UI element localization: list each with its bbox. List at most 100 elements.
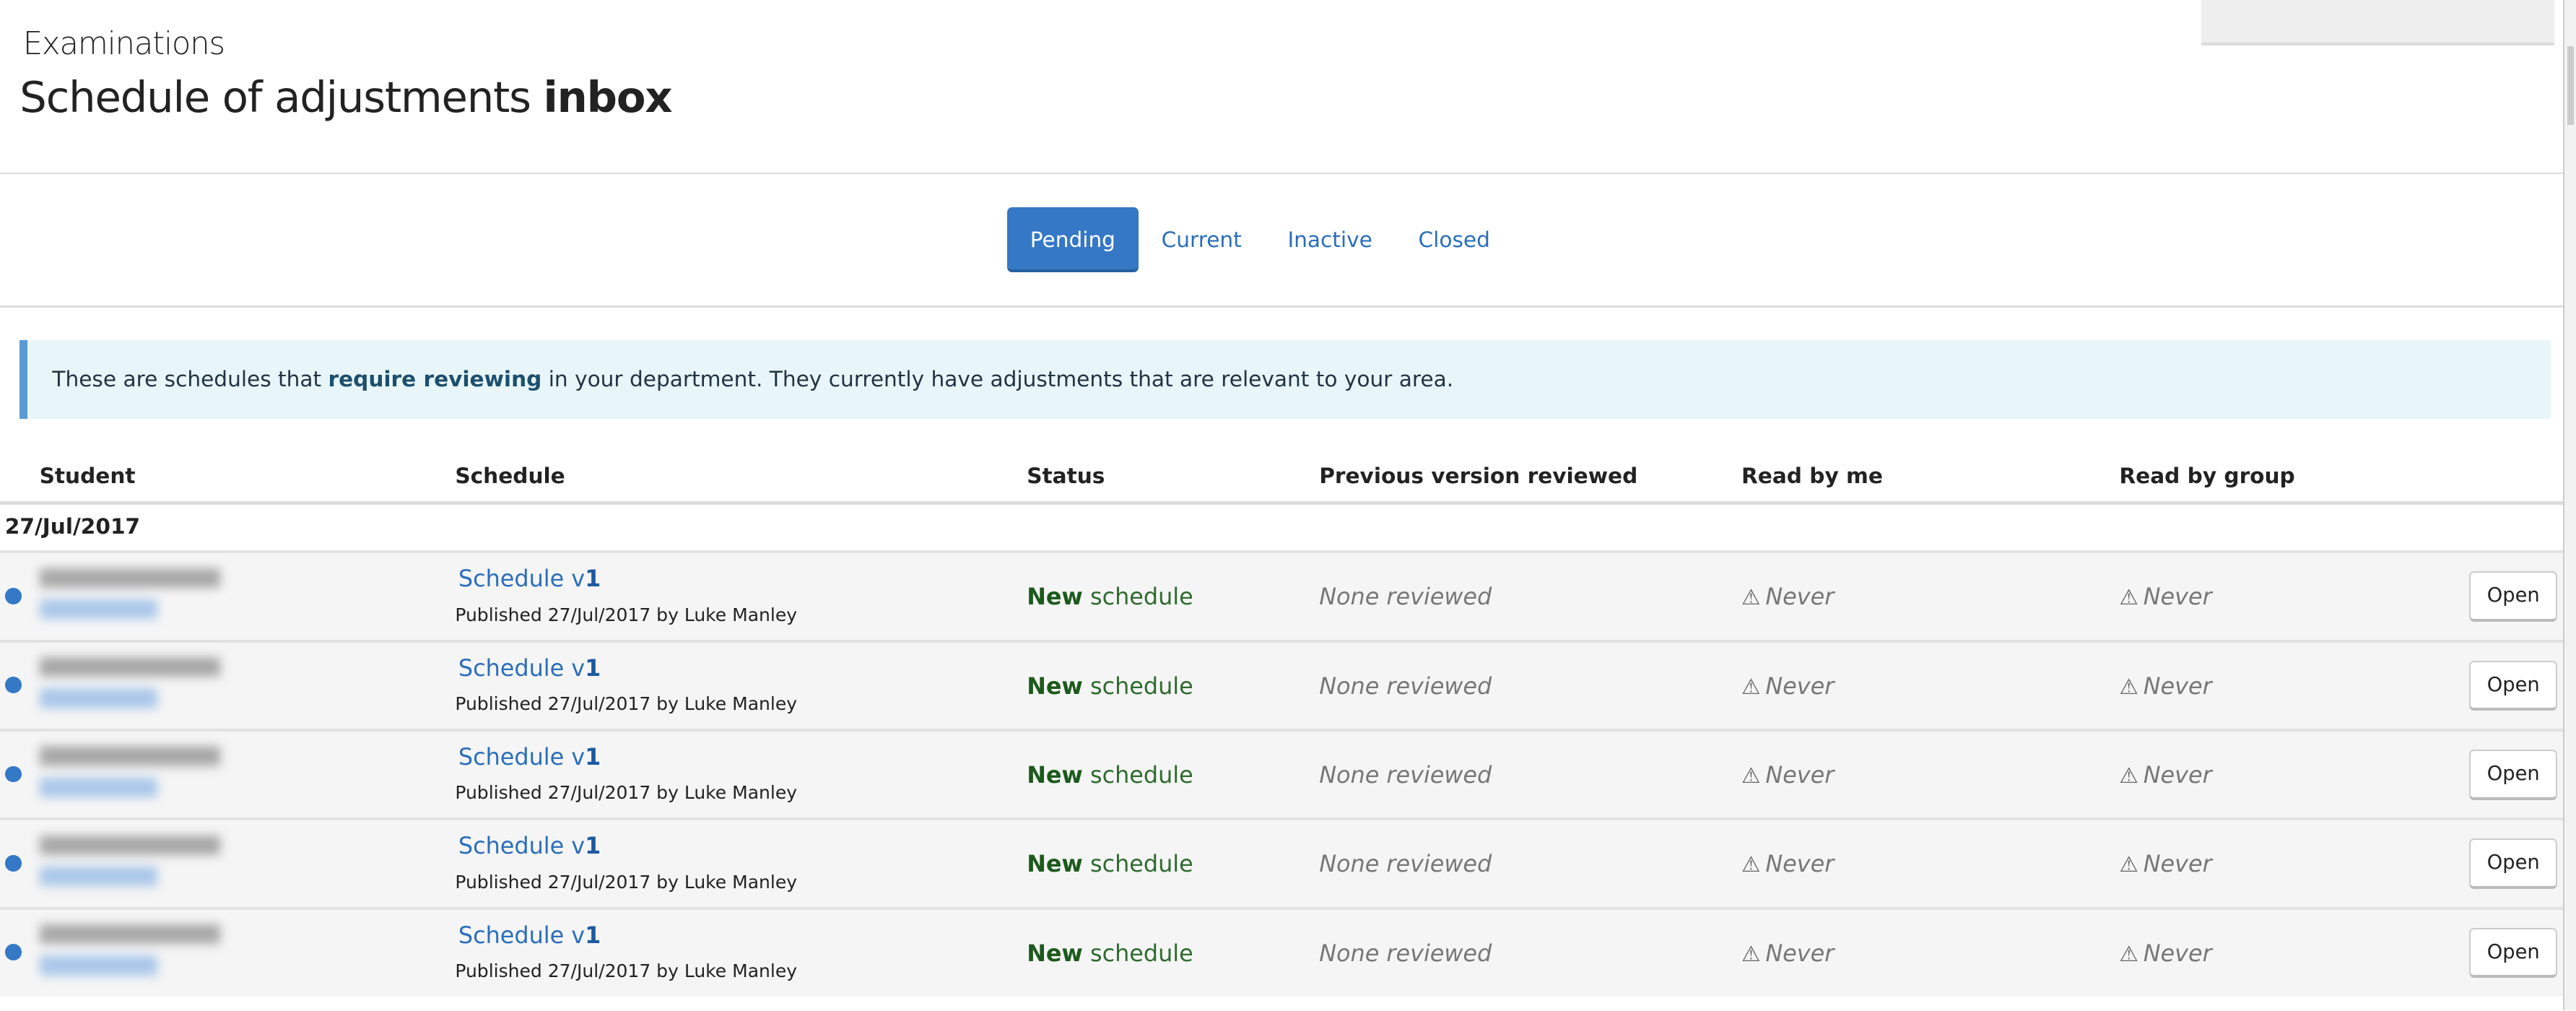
open-button[interactable]: Open: [2469, 571, 2558, 622]
scrollbar[interactable]: [2562, 0, 2576, 1011]
warning-icon: ⚠: [1741, 852, 1761, 877]
alert-text: in your department. They currently have …: [541, 367, 1454, 392]
schedule-version[interactable]: 1: [585, 565, 601, 592]
status: New schedule: [1027, 940, 1193, 967]
status-text: schedule: [1082, 760, 1193, 789]
page-title-text: Schedule of adjustments: [19, 72, 531, 123]
schedule-version[interactable]: 1: [585, 921, 601, 949]
schedule-link[interactable]: Schedule v1: [458, 832, 601, 859]
warning-icon: ⚠: [2119, 941, 2138, 966]
read-by-me-value: Never: [1765, 672, 1835, 700]
warning-icon: ⚠: [1741, 674, 1761, 699]
top-toolbar: [2201, 0, 2555, 46]
read-by-group-value: Never: [2143, 672, 2212, 700]
student-id-link-redacted[interactable]: [39, 688, 158, 708]
status-text: schedule: [1082, 672, 1193, 700]
read-by-me-value: Never: [1765, 939, 1835, 967]
divider: [0, 172, 2563, 175]
warning-icon: ⚠: [1741, 585, 1761, 610]
column-header-read-by-group: Read by group: [2119, 463, 2295, 488]
schedule-link[interactable]: Schedule v1: [458, 921, 601, 949]
previous-version-reviewed: None reviewed: [1319, 583, 1492, 611]
previous-version-reviewed: None reviewed: [1319, 672, 1492, 700]
published-info: Published 27/Jul/2017 by Luke Manley: [455, 782, 798, 804]
schedule-version[interactable]: 1: [585, 654, 601, 682]
schedule-version[interactable]: 1: [585, 832, 601, 859]
status-text: schedule: [1082, 583, 1193, 611]
table-row: Schedule v1 Published 27/Jul/2017 by Luke…: [0, 639, 2563, 730]
unread-dot-icon: [4, 588, 22, 604]
open-button[interactable]: Open: [2469, 749, 2558, 800]
tab-current[interactable]: Current: [1139, 207, 1265, 273]
status: New schedule: [1027, 583, 1193, 610]
published-info: Published 27/Jul/2017 by Luke Manley: [455, 604, 798, 625]
status-bold: New: [1027, 672, 1083, 700]
read-by-group: ⚠ Never: [2119, 940, 2211, 967]
schedule-link-text[interactable]: Schedule v: [458, 565, 585, 592]
warning-icon: ⚠: [2119, 585, 2138, 610]
open-button[interactable]: Open: [2469, 838, 2558, 889]
page-title: Schedule of adjustments inbox: [19, 72, 673, 123]
page: Examinations Schedule of adjustments inb…: [0, 0, 2576, 1011]
read-by-me: ⚠ Never: [1741, 672, 1834, 700]
info-alert: These are schedules that require reviewi…: [19, 340, 2551, 420]
read-by-group-value: Never: [2143, 850, 2212, 878]
status-text: schedule: [1082, 850, 1193, 878]
open-button[interactable]: Open: [2469, 660, 2558, 711]
divider: [0, 305, 2563, 308]
tab-bar: Pending Current Inactive Closed: [1006, 207, 1513, 273]
schedule-link-text[interactable]: Schedule v: [458, 654, 585, 682]
status-bold: New: [1027, 760, 1083, 789]
column-header-student: Student: [39, 463, 136, 488]
warning-icon: ⚠: [2119, 852, 2138, 877]
read-by-me: ⚠ Never: [1741, 940, 1834, 967]
read-by-me: ⚠ Never: [1741, 583, 1834, 610]
status: New schedule: [1027, 761, 1193, 789]
warning-icon: ⚠: [2119, 763, 2138, 788]
schedule-link[interactable]: Schedule v1: [458, 743, 601, 771]
tab-inactive[interactable]: Inactive: [1265, 207, 1396, 273]
student-id-link-redacted[interactable]: [39, 866, 158, 887]
tab-pending[interactable]: Pending: [1006, 207, 1139, 273]
schedule-link[interactable]: Schedule v1: [458, 565, 601, 592]
student-id-link-redacted[interactable]: [39, 955, 158, 976]
page-title-bold: inbox: [543, 72, 673, 123]
warning-icon: ⚠: [1741, 763, 1761, 788]
table-row: Schedule v1 Published 27/Jul/2017 by Luke…: [0, 817, 2563, 908]
published-info: Published 27/Jul/2017 by Luke Manley: [455, 871, 798, 893]
previous-version-reviewed: None reviewed: [1319, 760, 1492, 789]
student-name-redacted: [39, 568, 220, 589]
column-header-status: Status: [1027, 463, 1105, 488]
read-by-group-value: Never: [2143, 939, 2212, 967]
unread-dot-icon: [4, 677, 22, 694]
read-by-group-value: Never: [2143, 760, 2212, 789]
open-button[interactable]: Open: [2469, 927, 2558, 979]
read-by-group: ⚠ Never: [2119, 850, 2211, 877]
previous-version-reviewed: None reviewed: [1319, 850, 1492, 878]
tab-closed[interactable]: Closed: [1396, 207, 1513, 273]
schedule-link-text[interactable]: Schedule v: [458, 743, 585, 771]
student-id-link-redacted[interactable]: [39, 777, 158, 797]
student-name-redacted: [39, 924, 220, 945]
read-by-me-value: Never: [1765, 583, 1835, 611]
schedule-link-text[interactable]: Schedule v: [458, 832, 585, 859]
read-by-group: ⚠ Never: [2119, 761, 2211, 789]
student-name-redacted: [39, 746, 220, 766]
status-bold: New: [1027, 939, 1083, 967]
schedule-version[interactable]: 1: [585, 743, 601, 771]
alert-text: These are schedules that: [52, 367, 328, 392]
unread-dot-icon: [4, 765, 22, 783]
alert-bold: require reviewing: [328, 367, 542, 392]
scrollbar-thumb[interactable]: [2567, 45, 2575, 125]
schedule-link[interactable]: Schedule v1: [458, 654, 601, 682]
published-info: Published 27/Jul/2017 by Luke Manley: [455, 693, 798, 715]
warning-icon: ⚠: [2119, 674, 2138, 699]
status-bold: New: [1027, 583, 1083, 611]
status-bold: New: [1027, 850, 1083, 878]
read-by-group: ⚠ Never: [2119, 583, 2211, 610]
student-id-link-redacted[interactable]: [39, 599, 158, 620]
student-name-redacted: [39, 657, 220, 677]
schedule-link-text[interactable]: Schedule v: [458, 921, 585, 949]
unread-dot-icon: [4, 855, 22, 872]
warning-icon: ⚠: [1741, 941, 1761, 966]
